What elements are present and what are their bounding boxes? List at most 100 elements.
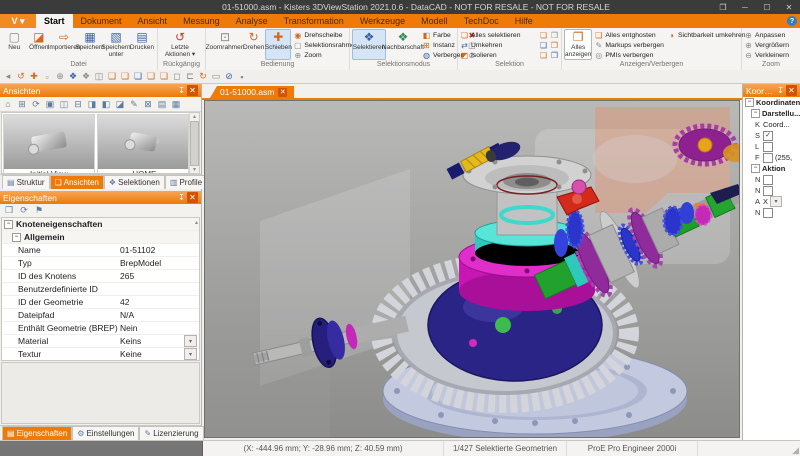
view-list-icon[interactable]: ▤ — [156, 99, 168, 110]
drehen-button[interactable]: ↻ Drehen — [242, 29, 265, 60]
tab-selektionen[interactable]: ❖ Selektionen — [103, 175, 165, 189]
zoom-small-button[interactable]: ⊕ Zoom — [293, 51, 358, 60]
view-thumbnail-home[interactable]: -HOME — [97, 114, 189, 173]
selektion-extra-icon[interactable]: ❐ — [550, 31, 559, 40]
quick-pan-icon[interactable]: ✚ — [29, 71, 39, 82]
properties-root-row[interactable]: − Knoteneigenschaften — [2, 218, 199, 231]
title-bar[interactable]: 01-51000.asm - Kisters 3DViewStation 202… — [0, 0, 800, 14]
selektion-extra-icon[interactable]: ❏ — [539, 31, 548, 40]
aktion-row-axis[interactable]: A X ▾ — [743, 196, 800, 207]
checkbox-unchecked[interactable] — [763, 207, 773, 218]
view-grid-icon[interactable]: ▦ — [170, 99, 182, 110]
koordinaten-row-k[interactable]: K Coord... — [743, 119, 800, 130]
selektion-extra-icon[interactable]: ❑ — [539, 41, 548, 50]
checkbox-unchecked[interactable] — [763, 141, 773, 152]
close-button[interactable]: ✕ — [778, 0, 800, 14]
view-add-icon[interactable]: ⊞ — [16, 99, 28, 110]
darstellung-row[interactable]: − Darstellu... — [743, 108, 800, 119]
quick-cube2-icon[interactable]: ❏ — [120, 71, 130, 82]
quick-cube4-icon[interactable]: ❏ — [146, 71, 156, 82]
tab-modell[interactable]: Modell — [413, 14, 456, 28]
material-dropdown[interactable]: ▾ — [184, 335, 197, 347]
speichern-button[interactable]: ▦ Speichern — [75, 29, 104, 60]
help-icon[interactable]: ? — [787, 16, 797, 26]
koordinaten-panel-header[interactable]: Koordinat... ↧ ✕ — [743, 84, 800, 97]
view-delete-icon[interactable]: ⊠ — [142, 99, 154, 110]
markups-verbergen-button[interactable]: ✎ Markups verbergen — [594, 41, 664, 50]
quick-dot2-icon[interactable]: ▪ — [237, 72, 247, 82]
pin-icon[interactable]: ↧ — [775, 85, 786, 96]
selektionsrahmen-button[interactable]: ▢ Selektionsrahmen — [293, 41, 359, 50]
tab-analyse[interactable]: Analyse — [228, 14, 276, 28]
pin-icon[interactable]: ↧ — [176, 192, 187, 203]
aktion-row-2[interactable]: N — [743, 185, 800, 196]
speichern-unter-button[interactable]: ▧ Speichern unter — [101, 29, 130, 60]
panel-close-icon[interactable]: ✕ — [187, 85, 198, 96]
koordinaten-row-l[interactable]: L — [743, 141, 800, 152]
scroll-down-icon[interactable]: ▾ — [193, 166, 196, 173]
importieren-button[interactable]: ⇨ Importieren — [48, 29, 81, 60]
quick-cube1-icon[interactable]: ❏ — [107, 71, 117, 82]
quick-select2-icon[interactable]: ❖ — [81, 71, 91, 82]
collapse-icon[interactable]: − — [4, 219, 13, 229]
selektion-extra-icon[interactable]: ❐ — [550, 51, 559, 60]
axis-dropdown[interactable]: ▾ — [770, 196, 783, 207]
quick-zoom-icon[interactable]: ⊕ — [55, 71, 65, 82]
aktion-row[interactable]: − Aktion — [743, 163, 800, 174]
koordinaten-root-row[interactable]: − Koordinaten... — [743, 97, 800, 108]
collapse-icon[interactable]: − — [745, 98, 754, 107]
tab-einstellungen[interactable]: ⚙ Einstellungen — [72, 426, 140, 440]
scroll-up-icon[interactable]: ▴ — [193, 113, 196, 120]
document-close-icon[interactable]: ✕ — [278, 87, 288, 97]
quick-undo-icon[interactable]: ↺ — [16, 71, 26, 82]
quick-select-icon[interactable]: ❖ — [68, 71, 78, 82]
property-row-textur[interactable]: Textur Keine ▾ — [2, 348, 199, 360]
minimize-button[interactable]: ─ — [734, 0, 756, 14]
pmis-verbergen-button[interactable]: ◎ PMIs verbergen — [594, 51, 664, 60]
quick-box-icon[interactable]: ◫ — [94, 71, 104, 82]
scroll-up-icon[interactable]: ▴ — [195, 219, 198, 226]
properties-group-row[interactable]: − Allgemein — [2, 231, 199, 244]
property-row-name[interactable]: Name 01-51102 — [2, 244, 199, 257]
tab-ansichten[interactable]: ❏ Ansichten — [49, 175, 104, 189]
quick-rect-icon[interactable]: ▭ — [211, 71, 221, 82]
panel-close-icon[interactable]: ✕ — [187, 192, 198, 203]
tab-profile[interactable]: ▥ Profile — [164, 175, 208, 189]
isolieren-button[interactable]: ◩ Isolieren ❏ ❐ — [460, 51, 559, 60]
quick-disable-icon[interactable]: ⊘ — [224, 71, 234, 82]
property-row-typ[interactable]: Typ BrepModel — [2, 257, 199, 270]
alles-selektieren-button[interactable]: ❏ Alles selektieren ❏ ❐ — [460, 31, 559, 40]
view-home-icon[interactable]: ⌂ — [2, 99, 14, 109]
checkbox-checked[interactable]: ✓ — [763, 130, 773, 141]
zoomrahmen-button[interactable]: ⊡ Zoomrahmen — [206, 29, 245, 60]
panel-close-icon[interactable]: ✕ — [786, 85, 797, 96]
ansichten-panel-header[interactable]: Ansichten ↧ ✕ — [0, 84, 201, 97]
verkleinern-button[interactable]: ⊖ Verkleinern — [744, 51, 798, 60]
3d-model-canvas[interactable] — [205, 101, 740, 438]
scrollbar-thumb[interactable] — [190, 121, 199, 166]
schieben-button[interactable]: ✚ Schieben — [265, 29, 292, 60]
neu-button[interactable]: ▢ Neu — [2, 29, 27, 60]
collapse-icon[interactable]: − — [751, 109, 760, 118]
tab-dokument[interactable]: Dokument — [73, 14, 130, 28]
refresh-properties-icon[interactable]: ⟳ — [18, 205, 30, 216]
sichtbarkeit-umkehren-button[interactable]: ◑ Sichtbarkeit umkehren — [667, 31, 746, 40]
tab-lizenzierung[interactable]: ✎ Lizenzierung — [139, 426, 204, 440]
view-corner-icon[interactable]: ◪ — [114, 99, 126, 110]
view-apply-icon[interactable]: ▣ — [44, 99, 56, 110]
application-menu-button[interactable]: V ▾ — [0, 14, 36, 28]
tab-struktur[interactable]: ▤ Struktur — [2, 175, 50, 189]
view-edit-icon[interactable]: ✎ — [128, 99, 140, 110]
view-right-icon[interactable]: ◨ — [86, 99, 98, 110]
tab-messung[interactable]: Messung — [175, 14, 228, 28]
aktion-row-4[interactable]: N — [743, 207, 800, 218]
property-row-material[interactable]: Material Keins ▾ — [2, 335, 199, 348]
umkehren-button[interactable]: ⇄ Umkehren ❑ ❒ — [460, 41, 559, 50]
vergroessern-button[interactable]: ⊕ Vergrößern — [744, 41, 798, 50]
selektion-extra-icon[interactable]: ❏ — [539, 51, 548, 60]
tab-techdoc[interactable]: TechDoc — [456, 14, 507, 28]
view-split-icon[interactable]: ◫ — [58, 99, 70, 110]
koordinaten-row-s[interactable]: S ✓ — [743, 130, 800, 141]
quick-dot-icon[interactable]: ▫ — [42, 72, 52, 82]
property-row-benutzer-id[interactable]: Benutzerdefinierte ID — [2, 283, 199, 296]
